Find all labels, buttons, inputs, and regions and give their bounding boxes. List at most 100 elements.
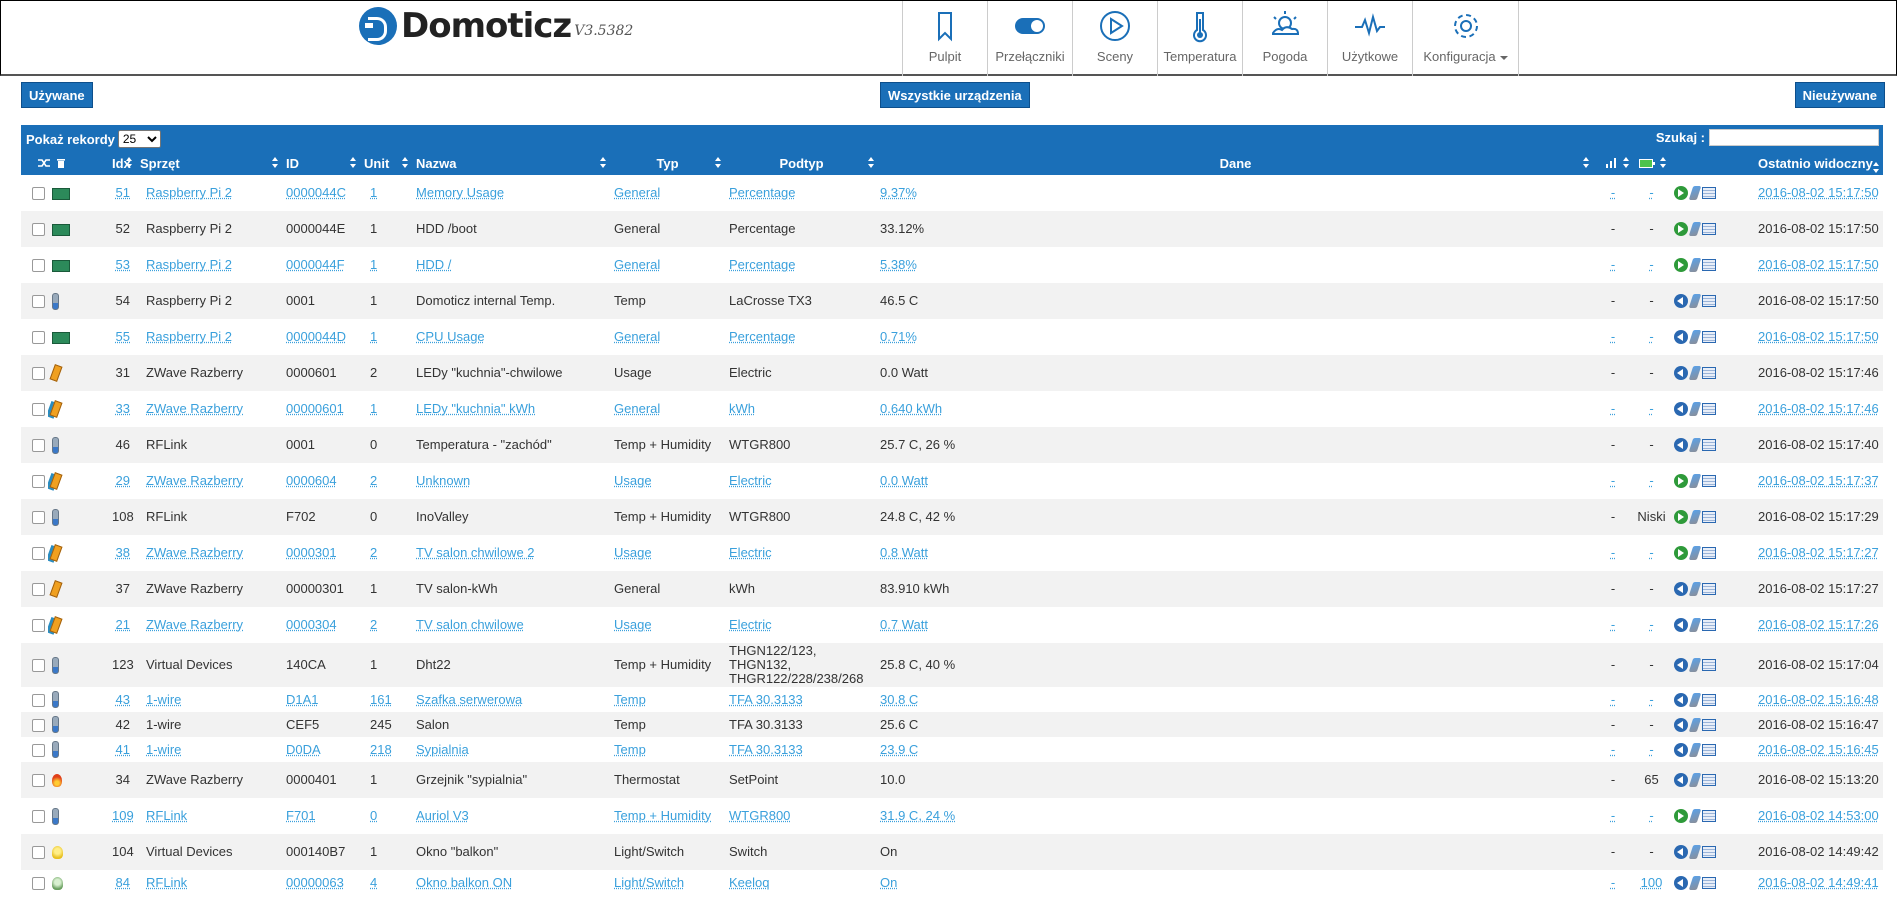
edit-icon[interactable] bbox=[1688, 186, 1702, 200]
nav-setup[interactable]: Konfiguracja bbox=[1413, 1, 1519, 76]
table-row[interactable]: 104 Virtual Devices 000140B7 1 Okno "balkon"… bbox=[21, 834, 1884, 870]
favorite-remove-icon[interactable] bbox=[1674, 845, 1689, 859]
nav-dashboard[interactable]: Pulpit bbox=[903, 1, 988, 76]
table-row[interactable]: 109 RFLink F701 0 Auriol V3 Temp + Humidity WT… bbox=[21, 798, 1884, 834]
table-row[interactable]: 123 Virtual Devices 140CA 1 Dht22 Temp + Humi… bbox=[21, 643, 1884, 687]
favorite-add-icon[interactable] bbox=[1674, 474, 1689, 488]
filter-all-button[interactable]: Wszystkie urządzenia bbox=[880, 82, 1030, 108]
col-type[interactable]: Typ bbox=[610, 151, 726, 175]
table-row[interactable]: 34 ZWave Razberry 0000401 1 Grzejnik "sypial… bbox=[21, 762, 1884, 798]
table-row[interactable]: 38 ZWave Razberry 0000301 2 TV salon chwilow… bbox=[21, 535, 1884, 571]
page-length-select[interactable]: 25 bbox=[117, 130, 161, 148]
row-checkbox[interactable] bbox=[32, 439, 45, 452]
favorite-remove-icon[interactable] bbox=[1674, 742, 1689, 757]
log-icon[interactable] bbox=[1702, 475, 1717, 487]
favorite-remove-icon[interactable] bbox=[1674, 294, 1689, 308]
row-checkbox[interactable] bbox=[32, 810, 45, 823]
favorite-remove-icon[interactable] bbox=[1674, 330, 1689, 344]
nav-temperature[interactable]: Temperatura bbox=[1158, 1, 1243, 76]
log-icon[interactable] bbox=[1702, 439, 1717, 451]
edit-icon[interactable] bbox=[1688, 692, 1702, 707]
favorite-add-icon[interactable] bbox=[1674, 186, 1689, 200]
row-checkbox[interactable] bbox=[32, 511, 45, 524]
edit-icon[interactable] bbox=[1688, 742, 1702, 757]
row-checkbox[interactable] bbox=[32, 583, 45, 596]
log-icon[interactable] bbox=[1702, 259, 1717, 271]
edit-icon[interactable] bbox=[1688, 717, 1702, 732]
favorite-remove-icon[interactable] bbox=[1674, 438, 1689, 452]
row-checkbox[interactable] bbox=[32, 367, 45, 380]
row-checkbox[interactable] bbox=[32, 774, 45, 787]
favorite-add-icon[interactable] bbox=[1674, 546, 1689, 560]
row-checkbox[interactable] bbox=[32, 295, 45, 308]
row-checkbox[interactable] bbox=[32, 547, 45, 560]
favorite-remove-icon[interactable] bbox=[1674, 618, 1689, 632]
row-checkbox[interactable] bbox=[32, 718, 45, 732]
col-subtype[interactable]: Podtyp bbox=[725, 151, 879, 175]
edit-icon[interactable] bbox=[1688, 258, 1702, 272]
edit-icon[interactable] bbox=[1688, 875, 1702, 890]
edit-icon[interactable] bbox=[1688, 474, 1702, 488]
favorite-remove-icon[interactable] bbox=[1674, 692, 1689, 707]
row-checkbox[interactable] bbox=[32, 846, 45, 859]
logo[interactable]: Domoticz V3.5382 bbox=[359, 7, 633, 45]
log-icon[interactable] bbox=[1702, 547, 1717, 559]
table-row[interactable]: 46 RFLink 0001 0 Temperatura - "zachód" Temp … bbox=[21, 427, 1884, 463]
table-row[interactable]: 53 Raspberry Pi 2 0000044F 1 HDD / General Per… bbox=[21, 247, 1884, 283]
col-unit[interactable]: Unit bbox=[360, 151, 413, 175]
favorite-remove-icon[interactable] bbox=[1674, 366, 1689, 380]
edit-icon[interactable] bbox=[1688, 510, 1702, 524]
row-checkbox[interactable] bbox=[32, 659, 45, 672]
nav-switches[interactable]: Przełączniki bbox=[988, 1, 1073, 76]
row-checkbox[interactable] bbox=[32, 619, 45, 632]
col-signal[interactable] bbox=[1593, 151, 1634, 175]
edit-icon[interactable] bbox=[1688, 546, 1702, 560]
edit-icon[interactable] bbox=[1688, 809, 1702, 823]
edit-icon[interactable] bbox=[1688, 330, 1702, 344]
select-all-header[interactable] bbox=[21, 151, 108, 175]
favorite-add-icon[interactable] bbox=[1674, 510, 1689, 524]
log-icon[interactable] bbox=[1702, 223, 1717, 235]
favorite-remove-icon[interactable] bbox=[1674, 773, 1689, 787]
favorite-remove-icon[interactable] bbox=[1674, 658, 1689, 672]
table-row[interactable]: 52 Raspberry Pi 2 0000044E 1 HDD /boot Genera… bbox=[21, 211, 1884, 247]
table-row[interactable]: 29 ZWave Razberry 0000604 2 Unknown Usage Elec… bbox=[21, 463, 1884, 499]
nav-utility[interactable]: Użytkowe bbox=[1328, 1, 1413, 76]
favorite-add-icon[interactable] bbox=[1674, 809, 1689, 823]
log-icon[interactable] bbox=[1702, 743, 1717, 756]
edit-icon[interactable] bbox=[1688, 618, 1702, 632]
col-hardware[interactable]: Sprzęt bbox=[136, 151, 283, 175]
edit-icon[interactable] bbox=[1688, 366, 1702, 380]
table-row[interactable]: 84 RFLink 00000063 4 Okno balkon ON Light/Swi… bbox=[21, 870, 1884, 895]
favorite-remove-icon[interactable] bbox=[1674, 402, 1689, 416]
edit-icon[interactable] bbox=[1688, 222, 1702, 236]
log-icon[interactable] bbox=[1702, 187, 1717, 199]
col-id[interactable]: ID bbox=[282, 151, 361, 175]
favorite-remove-icon[interactable] bbox=[1674, 717, 1689, 732]
table-row[interactable]: 55 Raspberry Pi 2 0000044D 1 CPU Usage Genera… bbox=[21, 319, 1884, 355]
edit-icon[interactable] bbox=[1688, 773, 1702, 787]
log-icon[interactable] bbox=[1702, 693, 1717, 706]
log-icon[interactable] bbox=[1702, 295, 1717, 307]
table-row[interactable]: 43 1-wire D1A1 161 Szafka serwerowa Temp TFA 3… bbox=[21, 687, 1884, 712]
nav-scenes[interactable]: Sceny bbox=[1073, 1, 1158, 76]
table-row[interactable]: 42 1-wire CEF5 245 Salon Temp TFA 30.3133 25.6 … bbox=[21, 712, 1884, 737]
table-row[interactable]: 31 ZWave Razberry 0000601 2 LEDy "kuchnia"-c… bbox=[21, 355, 1884, 391]
edit-icon[interactable] bbox=[1688, 294, 1702, 308]
edit-icon[interactable] bbox=[1688, 402, 1702, 416]
log-icon[interactable] bbox=[1702, 511, 1717, 523]
filter-unused-button[interactable]: Nieużywane bbox=[1794, 82, 1885, 108]
log-icon[interactable] bbox=[1702, 583, 1717, 595]
log-icon[interactable] bbox=[1702, 659, 1717, 671]
favorite-remove-icon[interactable] bbox=[1674, 582, 1689, 596]
search-input[interactable] bbox=[1709, 129, 1879, 146]
table-row[interactable]: 108 RFLink F702 0 InoValley Temp + Humidity WT… bbox=[21, 499, 1884, 535]
log-icon[interactable] bbox=[1702, 876, 1717, 889]
row-checkbox[interactable] bbox=[32, 475, 45, 488]
log-icon[interactable] bbox=[1702, 718, 1717, 731]
log-icon[interactable] bbox=[1702, 846, 1717, 858]
favorite-remove-icon[interactable] bbox=[1674, 875, 1689, 890]
log-icon[interactable] bbox=[1702, 810, 1717, 822]
nav-weather[interactable]: Pogoda bbox=[1243, 1, 1328, 76]
col-battery[interactable] bbox=[1633, 151, 1671, 175]
